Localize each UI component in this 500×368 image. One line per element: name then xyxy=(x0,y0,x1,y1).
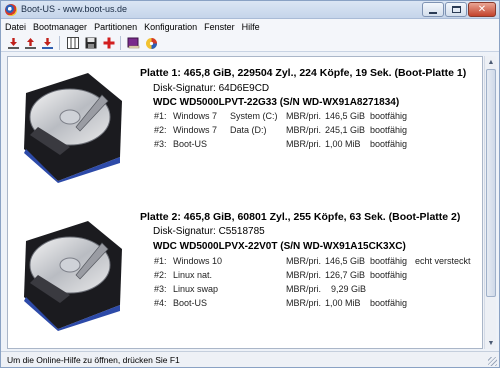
menu-datei[interactable]: Datei xyxy=(5,22,26,32)
status-text: Um die Online-Hilfe zu öffnen, drücken S… xyxy=(7,355,180,365)
partition-label: Data (D:) xyxy=(230,125,267,135)
partition-type: MBR/pri. xyxy=(286,298,322,308)
hard-disk-icon xyxy=(24,221,122,331)
minimize-icon xyxy=(429,11,437,14)
partition-type: MBR/pri. xyxy=(286,256,322,266)
partition-number: #2: xyxy=(154,270,167,280)
disk-model: WDC WD5000LPVT-22G33 (S/N WD-WX91A827183… xyxy=(153,97,400,108)
color-disc-icon[interactable] xyxy=(144,36,159,50)
partition-os: Boot-US xyxy=(173,139,208,149)
partition-type: MBR/pri. xyxy=(286,139,322,149)
partition-os: Linux nat. xyxy=(173,270,213,280)
partition-number: #3: xyxy=(154,284,167,294)
partition-boot: bootfähig xyxy=(370,256,408,266)
partition-os: Windows 10 xyxy=(173,256,223,266)
boot-red-icon[interactable] xyxy=(23,36,38,50)
disk-signature: Disk-Signatur: C5518785 xyxy=(153,226,265,237)
save-disk-icon[interactable] xyxy=(83,36,98,50)
book-icon[interactable] xyxy=(126,36,141,50)
partition-size: 9,29 GiB xyxy=(331,284,367,294)
title-bar[interactable]: Boot-US - www.boot-us.de ✕ xyxy=(1,1,499,19)
vertical-scrollbar[interactable]: ▲ ▼ xyxy=(484,56,496,349)
disk-entry[interactable]: Platte 1: 465,8 GiB, 229504 Zyl., 224 Kö… xyxy=(8,57,482,207)
partition-os: Windows 7 xyxy=(173,125,218,135)
partition-boot: bootfähig xyxy=(370,270,408,280)
partition-boot: bootfähig xyxy=(370,111,408,121)
partition-os: Windows 7 xyxy=(173,111,218,121)
partition-os: Linux swap xyxy=(173,284,219,294)
partition-type: MBR/pri. xyxy=(286,111,322,121)
partition-boot: bootfähig xyxy=(370,298,408,308)
partition-number: #4: xyxy=(154,298,167,308)
maximize-button[interactable] xyxy=(445,2,467,17)
partition-number: #1: xyxy=(154,111,167,121)
partition-extra: echt versteckt xyxy=(415,256,471,266)
grid-icon[interactable] xyxy=(65,36,80,50)
window-title: Boot-US - www.boot-us.de xyxy=(21,4,128,14)
partition-os: Boot-US xyxy=(173,298,208,308)
menu-fenster[interactable]: Fenster xyxy=(204,22,235,32)
partition-type: MBR/pri. xyxy=(286,270,322,280)
toolbar-separator xyxy=(59,36,60,50)
menu-bootmanager[interactable]: Bootmanager xyxy=(33,22,87,32)
close-icon: ✕ xyxy=(477,3,487,15)
menu-hilfe[interactable]: Hilfe xyxy=(242,22,260,32)
partition-size: 1,00 MiB xyxy=(325,139,361,149)
partition-boot: bootfähig xyxy=(370,139,408,149)
boot-red-icon[interactable] xyxy=(6,36,21,50)
hard-disk-icon xyxy=(24,73,122,183)
partition-boot: bootfähig xyxy=(370,125,408,135)
menu-bar: Datei Bootmanager Partitionen Konfigurat… xyxy=(1,19,499,34)
red-cross-icon[interactable] xyxy=(101,36,116,50)
close-button[interactable]: ✕ xyxy=(468,2,496,17)
scroll-down-icon[interactable]: ▼ xyxy=(485,337,497,349)
partition-number: #2: xyxy=(154,125,167,135)
toolbar xyxy=(1,34,499,52)
resize-grip-icon[interactable] xyxy=(488,357,497,366)
scroll-up-icon[interactable]: ▲ xyxy=(485,56,497,68)
menu-partitionen[interactable]: Partitionen xyxy=(94,22,137,32)
status-bar: Um die Online-Hilfe zu öffnen, drücken S… xyxy=(1,351,499,367)
disk-header: Platte 2: 465,8 GiB, 60801 Zyl., 255 Köp… xyxy=(140,211,461,223)
menu-konfiguration[interactable]: Konfiguration xyxy=(144,22,197,32)
application-window: Boot-US - www.boot-us.de ✕ Datei Bootman… xyxy=(0,0,500,368)
partition-number: #1: xyxy=(154,256,167,266)
toolbar-separator xyxy=(120,36,121,50)
disk-signature: Disk-Signatur: 64D6E9CD xyxy=(153,83,270,94)
partition-size: 1,00 MiB xyxy=(325,298,361,308)
scroll-thumb[interactable] xyxy=(486,69,496,297)
disk-model: WDC WD5000LPVX-22V0T (S/N WD-WX91A15CK3X… xyxy=(153,241,406,252)
partition-type: MBR/pri. xyxy=(286,284,322,294)
partition-type: MBR/pri. xyxy=(286,125,322,135)
maximize-icon xyxy=(451,6,461,13)
app-icon[interactable] xyxy=(5,4,17,16)
partition-label: System (C:) xyxy=(230,111,278,121)
minimize-button[interactable] xyxy=(422,2,444,17)
boot-red-icon[interactable] xyxy=(40,36,55,50)
disk-list-panel[interactable]: Platte 1: 465,8 GiB, 229504 Zyl., 224 Kö… xyxy=(7,56,483,349)
disk-header: Platte 1: 465,8 GiB, 229504 Zyl., 224 Kö… xyxy=(140,67,467,79)
partition-size: 245,1 GiB xyxy=(325,125,366,135)
partition-number: #3: xyxy=(154,139,167,149)
partition-size: 126,7 GiB xyxy=(325,270,366,280)
partition-size: 146,5 GiB xyxy=(325,111,366,121)
disk-entry[interactable]: Platte 2: 465,8 GiB, 60801 Zyl., 255 Köp… xyxy=(8,205,482,348)
partition-size: 146,5 GiB xyxy=(325,256,366,266)
